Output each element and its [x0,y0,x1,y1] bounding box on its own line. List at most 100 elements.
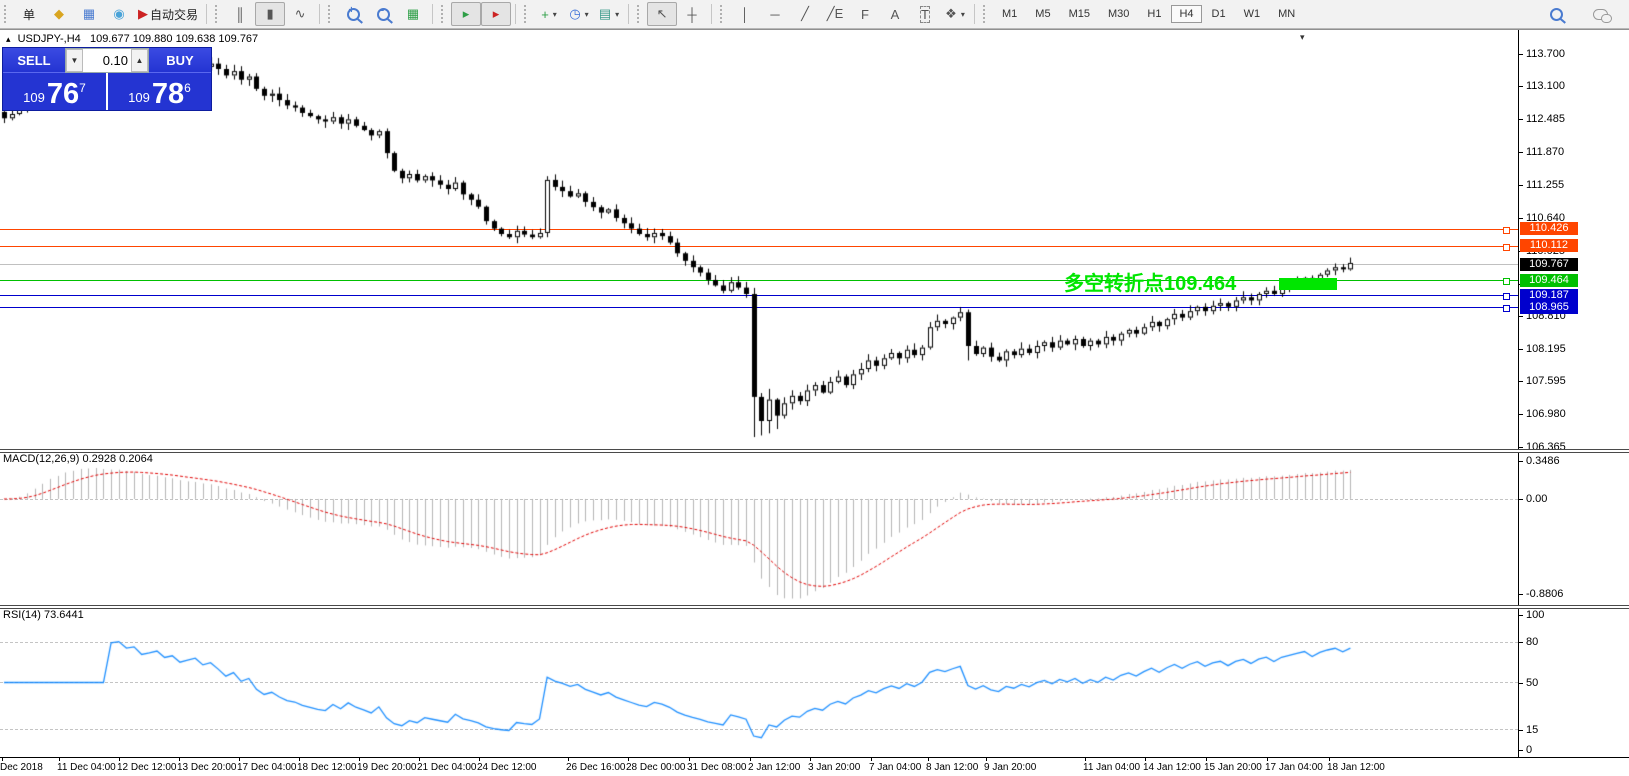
timeframe-button-m5[interactable]: M5 [1027,5,1058,23]
crosshair-button[interactable]: ┼ [677,2,707,26]
volume-increase-button[interactable]: ▲ [131,49,148,72]
rsi-tick-15: 15 [1526,724,1538,736]
pivot-highlight-rectangle[interactable] [1279,278,1337,290]
chat-icon[interactable] [1585,2,1615,26]
indicators-button-dropdown-arrow[interactable]: ▾ [553,10,557,19]
buy-button[interactable]: BUY [149,48,211,73]
new-order-button[interactable]: 单 [14,2,44,26]
equidistant-channel-button[interactable]: ╱E [820,2,850,26]
date-label: 17 Jan 04:00 [1265,762,1323,773]
collapse-panel-arrow-icon[interactable]: ▴ [6,34,11,44]
timeframe-button-w1[interactable]: W1 [1236,5,1269,23]
date-label: 12 Dec 12:00 [117,762,177,773]
templates-button[interactable]: ▤▾ [594,2,624,26]
toolbar-grip [524,5,531,23]
signals-icon[interactable]: ◉ [104,2,134,26]
rsi-tick-0: 0 [1526,744,1532,756]
chart-dropdown-arrow-icon[interactable]: ▾ [1300,32,1305,43]
timeframe-button-d1[interactable]: D1 [1204,5,1234,23]
arrows-button-dropdown-arrow[interactable]: ▾ [961,10,965,19]
autotrading-button-glyph: ▶ [138,6,148,22]
equidistant-channel-button-glyph: ╱E [827,6,844,22]
date-label: 3 Jan 20:00 [808,762,860,773]
macd-rsi-separator[interactable] [0,605,1629,609]
arrows-button-glyph: ❖ [945,6,957,22]
auto-scroll-button[interactable]: ▸ [451,2,481,26]
toolbar-right-icons [1541,2,1629,26]
timeframe-button-m1[interactable]: M1 [994,5,1025,23]
timeframe-button-h4[interactable]: H4 [1171,5,1201,23]
toolbar-separator [974,4,975,24]
toolbar-separator [319,4,320,24]
crosshair-button-glyph: ┼ [687,7,696,22]
macd-tick-0.3486: 0.3486 [1526,455,1560,467]
cursor-button[interactable]: ↖ [647,2,677,26]
price-chart-canvas[interactable] [0,1,1518,776]
profile-icon[interactable]: ◆ [44,2,74,26]
chart-shift-button[interactable]: ▸ [481,2,511,26]
price-axis[interactable]: 113.700113.100112.485111.870111.255110.6… [1518,30,1629,757]
volume-decrease-button[interactable]: ▼ [66,49,83,72]
search-icon[interactable] [1541,2,1571,26]
toolbar-grip [637,5,644,23]
bar-chart-button[interactable]: ║ [225,2,255,26]
text-label-button[interactable]: T [910,2,940,26]
macd-tick-0.00: 0.00 [1526,493,1547,505]
tile-windows-button-glyph: ▦ [407,6,419,22]
toolbar-grip [441,5,448,23]
resistance-2-price-badge: 110.112 [1520,239,1578,252]
sell-button[interactable]: SELL [3,48,65,73]
zoom-out-button[interactable]: – [368,2,398,26]
toolbar-separator [206,4,207,24]
chart-window[interactable]: ▴ USDJPY-,H4 109.677 109.880 109.638 109… [0,29,1629,776]
line-chart-button[interactable]: ∿ [285,2,315,26]
support-2-price-badge: 108.965 [1520,301,1578,314]
timeframe-button-h1[interactable]: H1 [1139,5,1169,23]
bar-chart-button-glyph: ║ [235,7,244,22]
arrows-button[interactable]: ❖▾ [940,2,970,26]
price-tick-113.700: 113.700 [1526,48,1565,60]
chart-ohlc-values: 109.677 109.880 109.638 109.767 [90,33,258,45]
fibonacci-button[interactable]: F [850,2,880,26]
buy-price-big: 78 [152,81,184,107]
periods-button[interactable]: ◷▾ [564,2,594,26]
templates-button-dropdown-arrow[interactable]: ▾ [615,10,619,19]
trendline-button[interactable]: ╱ [790,2,820,26]
volume-input[interactable] [83,49,131,72]
line-chart-button-glyph: ∿ [295,6,306,22]
tile-windows-button[interactable]: ▦ [398,2,428,26]
candlestick-chart-button[interactable]: ▮ [255,2,285,26]
time-axis[interactable]: Dec 201811 Dec 04:0012 Dec 12:0013 Dec 2… [0,757,1629,776]
indicators-button[interactable]: +▾ [534,2,564,26]
date-label: 2 Jan 12:00 [748,762,800,773]
text-button[interactable]: A [880,2,910,26]
pivot-price-badge: 109.464 [1520,274,1578,287]
timeframe-button-mn[interactable]: MN [1270,5,1303,23]
sell-price-prefix: 109 [23,90,45,105]
toolbar-separator [432,4,433,24]
search-icon-glyph [1550,8,1563,21]
autotrading-button[interactable]: ▶自动交易 [134,2,202,26]
signals-icon-glyph: ◉ [113,6,124,22]
market-watch-icon[interactable]: ▦ [74,2,104,26]
price-tick-112.485: 112.485 [1526,113,1565,125]
date-label: 15 Jan 20:00 [1204,762,1262,773]
pivot-annotation-text[interactable]: 多空转折点109.464 [1064,267,1236,296]
bid-price-badge: 109.767 [1520,258,1578,271]
date-label: 28 Dec 00:00 [626,762,686,773]
main-macd-separator[interactable] [0,449,1629,453]
mt4-application: 单◆▦◉▶自动交易║▮∿+–▦▸▸+▾◷▾▤▾↖┼│─╱╱EFAT❖▾M1M5M… [0,0,1629,776]
timeframe-button-m15[interactable]: M15 [1061,5,1098,23]
vertical-line-button[interactable]: │ [730,2,760,26]
price-tick-108.195: 108.195 [1526,343,1566,355]
timeframe-button-m30[interactable]: M30 [1100,5,1137,23]
toolbar-grip [215,5,222,23]
rsi-tick-100: 100 [1526,609,1544,621]
sell-price-display[interactable]: 109 76 7 [3,73,108,110]
toolbar-grip [4,5,11,23]
buy-price-display[interactable]: 109 78 6 [108,73,211,110]
periods-button-dropdown-arrow[interactable]: ▾ [585,10,589,19]
horizontal-line-button[interactable]: ─ [760,2,790,26]
toolbar-grip [720,5,727,23]
zoom-in-button[interactable]: + [338,2,368,26]
